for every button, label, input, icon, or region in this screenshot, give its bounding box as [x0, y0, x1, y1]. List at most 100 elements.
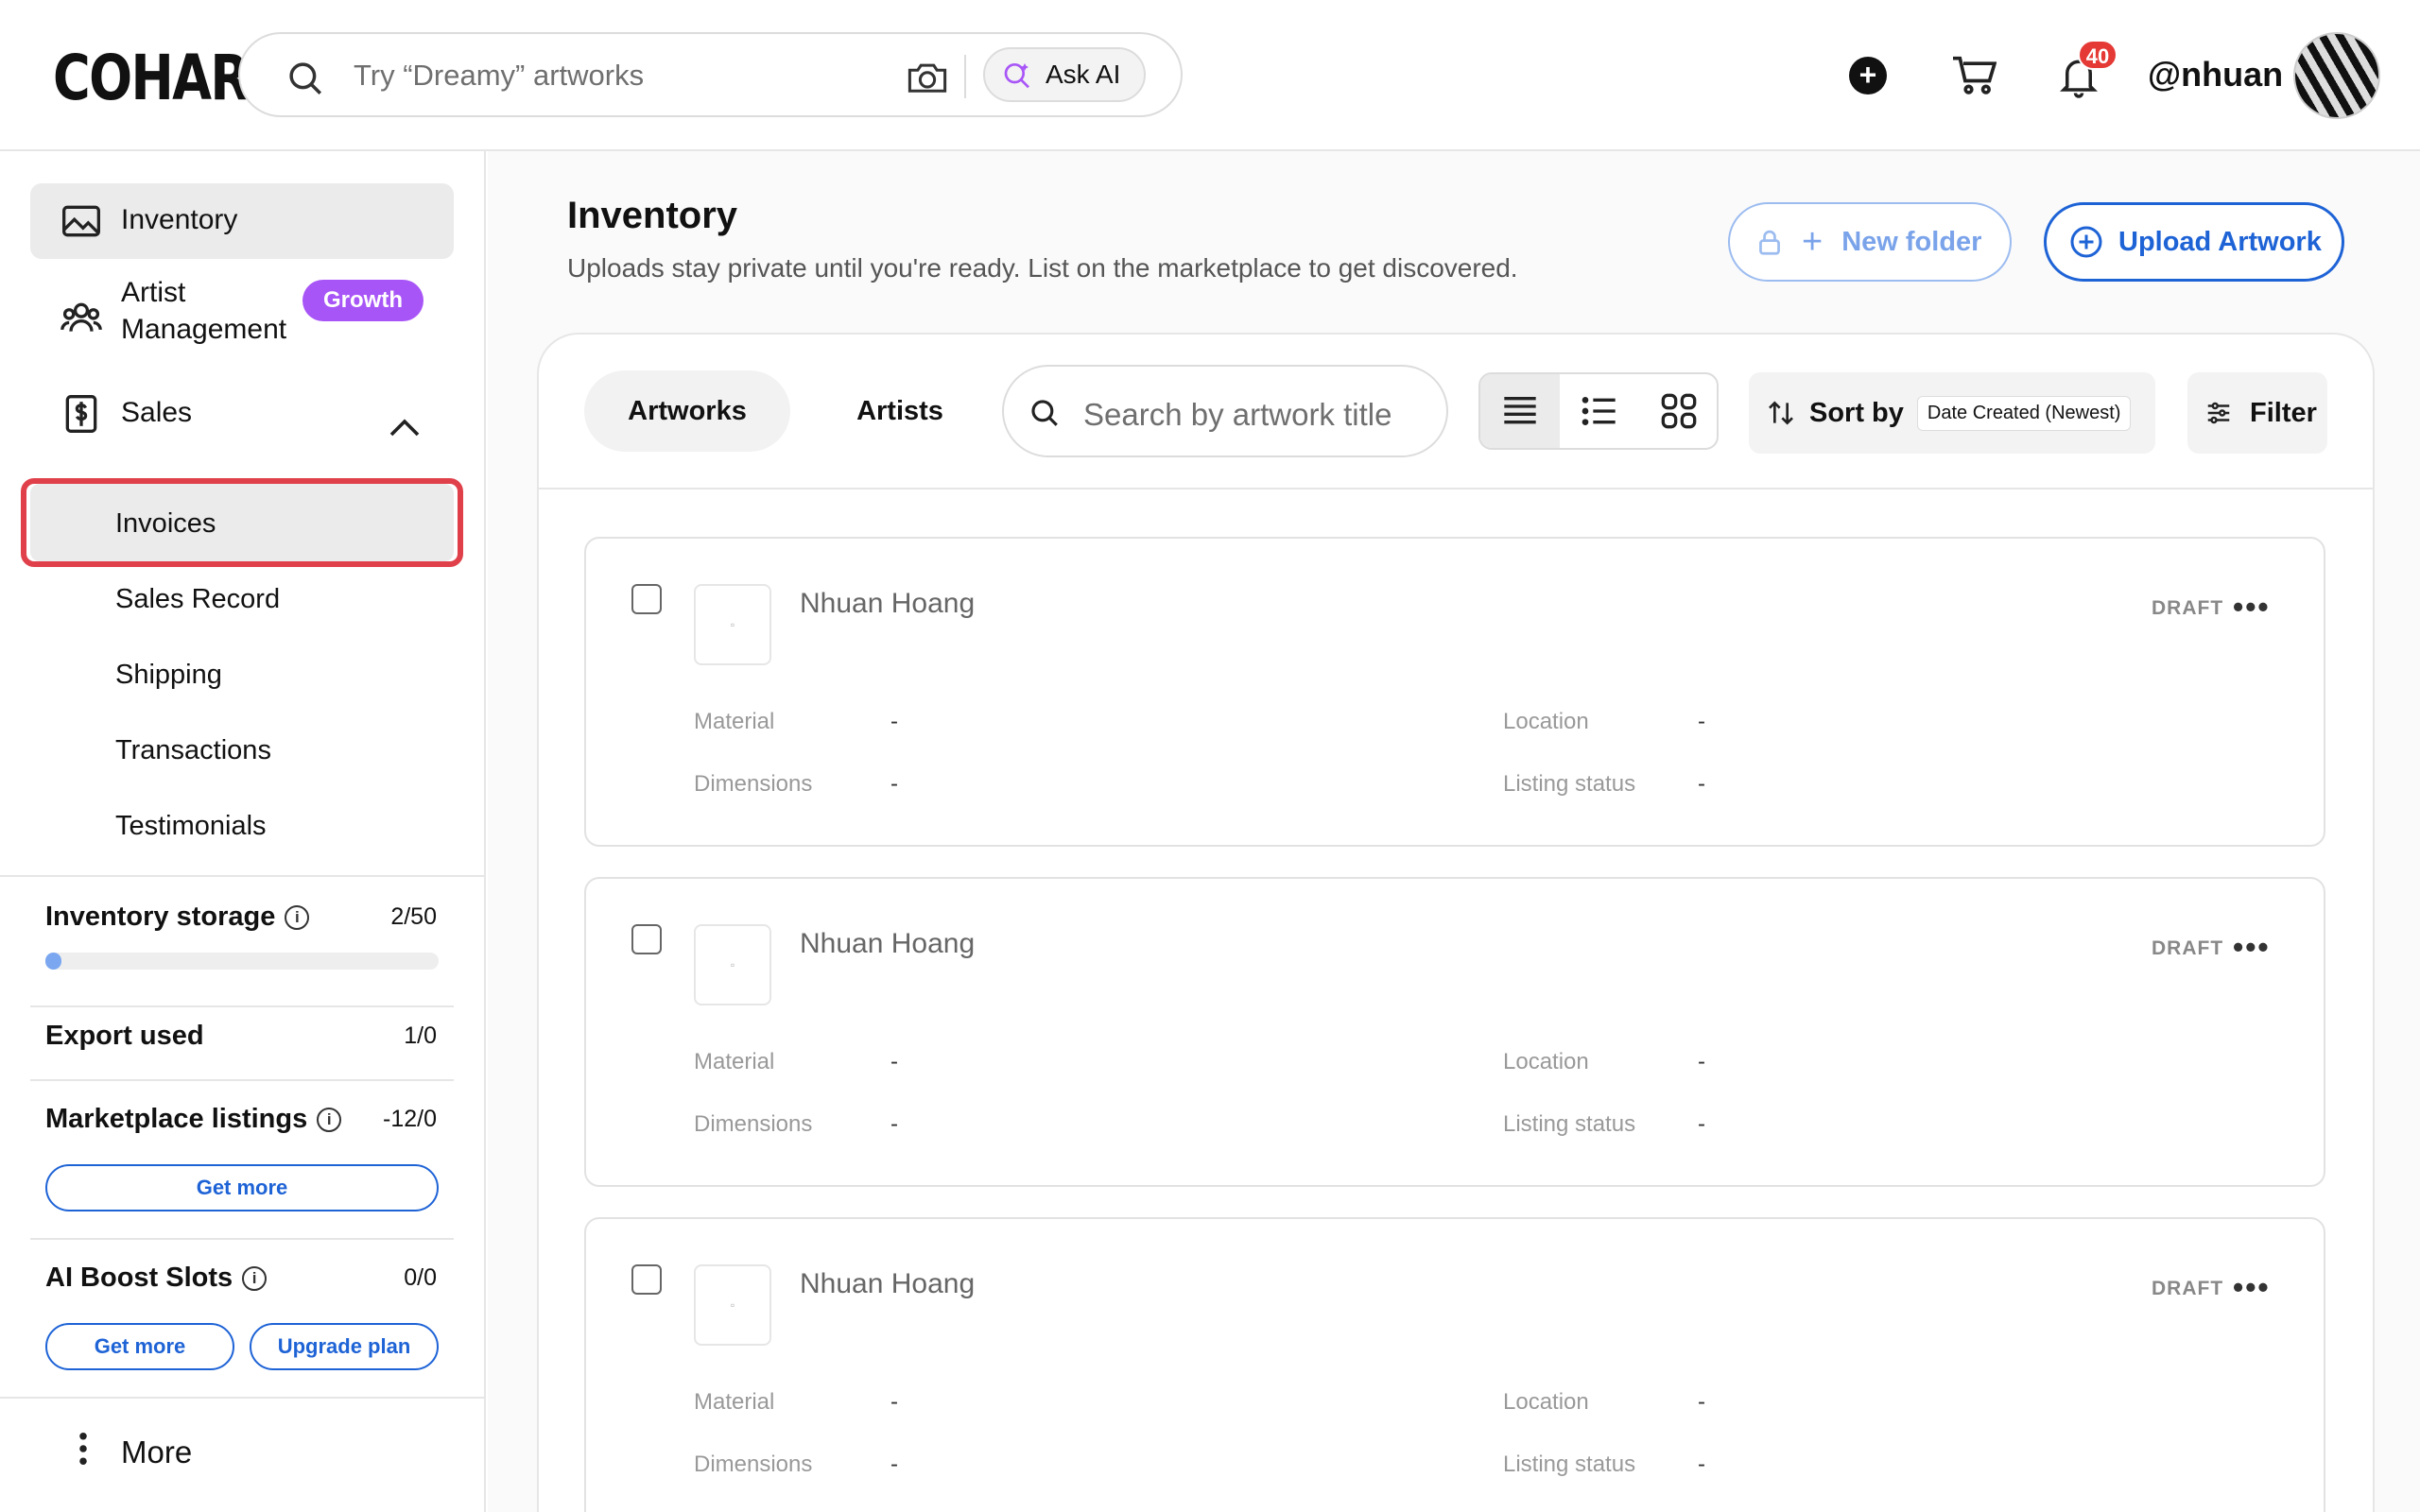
ask-ai-button[interactable]: Ask AI	[983, 47, 1146, 102]
grid-icon	[1661, 393, 1697, 429]
new-folder-button[interactable]: + New folder	[1728, 202, 2012, 282]
notification-count-badge: 40	[2078, 40, 2118, 70]
dollar-document-icon	[65, 395, 97, 433]
listing-status-value: -	[1698, 1452, 1705, 1477]
listing-status-value: -	[1698, 1111, 1705, 1137]
sidebar-divider	[0, 875, 484, 877]
dimensions-value: -	[890, 1452, 898, 1477]
filter-label: Filter	[2250, 397, 2317, 428]
compact-list-icon	[1504, 397, 1536, 424]
select-checkbox[interactable]	[631, 1264, 662, 1295]
artwork-card[interactable]: ▫ Nhuan Hoang DRAFT ••• Material - Locat…	[584, 1217, 2325, 1512]
select-checkbox[interactable]	[631, 924, 662, 954]
upgrade-plan-button[interactable]: Upgrade plan	[250, 1323, 439, 1370]
location-value: -	[1698, 1049, 1705, 1074]
more-horizontal-icon[interactable]: •••	[2233, 1270, 2271, 1305]
location-label: Location	[1503, 1049, 1589, 1074]
marketplace-get-more-button[interactable]: Get more	[45, 1164, 439, 1211]
dimensions-value: -	[890, 1111, 898, 1137]
status-badge: DRAFT	[2152, 937, 2224, 959]
sidebar-subitem-transactions[interactable]: Transactions	[115, 735, 271, 766]
location-label: Location	[1503, 709, 1589, 734]
sliders-icon	[2207, 402, 2230, 424]
material-value: -	[890, 709, 898, 734]
artwork-card[interactable]: ▫ Nhuan Hoang DRAFT ••• Material - Locat…	[584, 537, 2325, 847]
view-toggle	[1478, 372, 1719, 450]
location-value: -	[1698, 1389, 1705, 1415]
artist-name: Nhuan Hoang	[800, 1268, 976, 1299]
camera-icon[interactable]	[907, 58, 948, 95]
artwork-thumbnail[interactable]: ▫	[694, 924, 771, 1005]
artwork-search-placeholder: Search by artwork title	[1083, 397, 1392, 432]
select-checkbox[interactable]	[631, 584, 662, 614]
artist-name: Nhuan Hoang	[800, 928, 976, 959]
cart-icon[interactable]	[1951, 55, 1996, 96]
username[interactable]: @nhuan	[2148, 55, 2283, 94]
sidebar: Inventory Artist Management Growth Sales…	[0, 151, 486, 1512]
listing-status-label: Listing status	[1503, 771, 1636, 797]
filter-button[interactable]: Filter	[2187, 372, 2327, 454]
info-icon[interactable]: i	[317, 1107, 342, 1132]
listing-status-value: -	[1698, 771, 1705, 797]
ai-boost-slots-label: AI Boost Slots i	[45, 1263, 268, 1294]
sidebar-item-label: Inventory	[121, 204, 238, 235]
chevron-up-icon[interactable]	[389, 418, 420, 437]
view-grid-button[interactable]	[1639, 374, 1717, 448]
material-value: -	[890, 1049, 898, 1074]
view-compact-button[interactable]	[1480, 374, 1560, 448]
ask-ai-label: Ask AI	[1046, 60, 1121, 89]
artwork-card[interactable]: ▫ Nhuan Hoang DRAFT ••• Material - Locat…	[584, 877, 2325, 1187]
top-header: COHART Try “Dreamy” artworks Ask AI + 40…	[0, 0, 2420, 151]
avatar[interactable]	[2293, 32, 2380, 119]
material-label: Material	[694, 1389, 775, 1415]
sort-dropdown[interactable]: Sort by Date Created (Newest)	[1749, 372, 2155, 454]
tab-artists[interactable]: Artists	[809, 370, 991, 452]
view-list-button[interactable]	[1560, 374, 1639, 448]
create-plus-icon[interactable]: +	[1849, 57, 1887, 94]
upload-artwork-button[interactable]: Upload Artwork	[2044, 202, 2344, 282]
sort-arrows-icon	[1769, 401, 1793, 425]
sidebar-item-inventory[interactable]: Inventory	[30, 183, 454, 259]
sidebar-subitem-sales-record[interactable]: Sales Record	[115, 584, 280, 615]
sidebar-item-label: Sales	[121, 397, 193, 428]
sidebar-divider	[30, 1005, 454, 1007]
artwork-search-input[interactable]: Search by artwork title	[1002, 365, 1448, 457]
search-icon	[289, 62, 321, 94]
location-label: Location	[1503, 1389, 1589, 1415]
artist-name: Nhuan Hoang	[800, 588, 976, 619]
artist-label-line1: Artist	[121, 277, 186, 308]
sidebar-subitem-shipping[interactable]: Shipping	[115, 660, 222, 691]
sort-label: Sort by	[1809, 397, 1904, 428]
global-search[interactable]: Try “Dreamy” artworks Ask AI	[238, 32, 1183, 117]
artwork-thumbnail[interactable]: ▫	[694, 1264, 771, 1346]
ai-boost-get-more-button[interactable]: Get more	[45, 1323, 234, 1370]
sidebar-subitem-testimonials[interactable]: Testimonials	[115, 811, 267, 842]
sidebar-divider	[30, 1079, 454, 1081]
inventory-storage-value: 2/50	[390, 903, 437, 930]
toolbar-divider	[537, 488, 2375, 490]
main-content: Inventory Uploads stay private until you…	[488, 151, 2420, 1512]
listing-status-label: Listing status	[1503, 1452, 1636, 1477]
bullet-list-icon	[1582, 397, 1616, 425]
more-menu[interactable]: More	[121, 1435, 192, 1470]
dimensions-value: -	[890, 771, 898, 797]
marketplace-listings-value: -12/0	[383, 1106, 437, 1132]
info-icon[interactable]: i	[242, 1265, 268, 1291]
tab-artworks[interactable]: Artworks	[584, 370, 790, 452]
more-horizontal-icon[interactable]: •••	[2233, 590, 2271, 625]
status-badge: DRAFT	[2152, 1278, 2224, 1299]
material-value: -	[890, 1389, 898, 1415]
info-icon[interactable]: i	[285, 904, 310, 930]
selection-highlight	[21, 478, 463, 567]
listing-status-label: Listing status	[1503, 1111, 1636, 1137]
sidebar-subitem-invoices[interactable]: Invoices	[115, 508, 216, 540]
new-folder-label: New folder	[1841, 226, 1982, 257]
page-title: Inventory	[567, 195, 738, 236]
dimensions-label: Dimensions	[694, 771, 813, 797]
inventory-storage-label: Inventory storage i	[45, 902, 310, 933]
artwork-thumbnail[interactable]: ▫	[694, 584, 771, 665]
sidebar-divider	[30, 1238, 454, 1240]
more-horizontal-icon[interactable]: •••	[2233, 930, 2271, 965]
marketplace-listings-label: Marketplace listings i	[45, 1104, 342, 1135]
users-icon	[60, 302, 102, 332]
